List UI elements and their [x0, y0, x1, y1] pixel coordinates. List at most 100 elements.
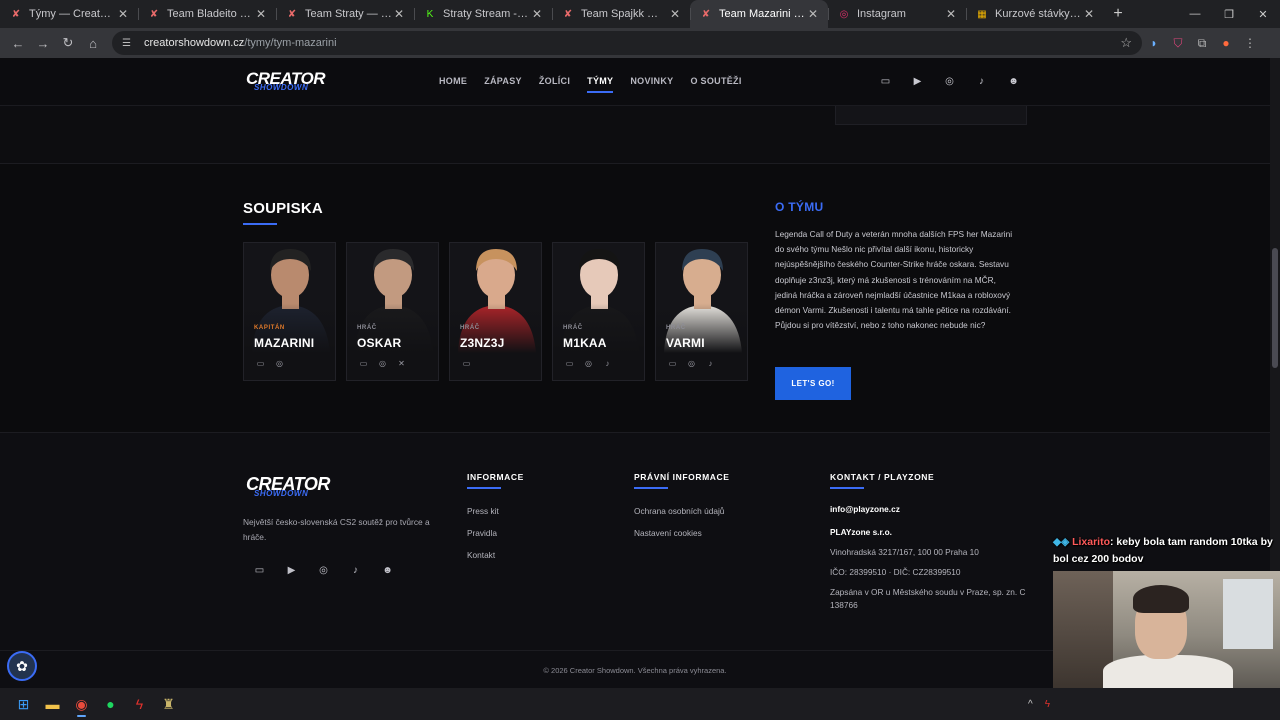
- instagram-icon[interactable]: ◎: [378, 359, 387, 368]
- maximize-icon[interactable]: ❐: [1212, 0, 1246, 28]
- footer-social-links: ▭ ▶ ◎ ♪ ☻: [252, 565, 395, 576]
- youtube-icon[interactable]: ▶: [910, 74, 925, 89]
- browser-tab[interactable]: ✘ Team Mazarini — Creator✕: [690, 0, 828, 28]
- instagram-icon[interactable]: ◎: [687, 359, 696, 368]
- browser-tab[interactable]: ✘ Team Bladeito — Creator✕: [138, 0, 276, 28]
- close-tab-icon[interactable]: ✕: [806, 7, 820, 21]
- tray-expand-icon[interactable]: ^: [1028, 699, 1033, 710]
- file-explorer-icon[interactable]: ▬: [38, 690, 67, 718]
- nav-link[interactable]: HOME: [439, 76, 467, 86]
- discord-icon[interactable]: ☻: [380, 565, 395, 576]
- system-tray: ^ ϟ: [1028, 688, 1050, 720]
- browser-tab[interactable]: ✘ Týmy — Creator Showdo✕: [0, 0, 138, 28]
- footer-registry: Zapsána v OR u Městského soudu v Praze, …: [830, 587, 1026, 610]
- browser-menu-icon[interactable]: ⋮: [1238, 31, 1262, 55]
- window-controls: — ❐ ✕: [1178, 0, 1280, 28]
- browser-tab[interactable]: ▦ Kurzové stávky na Creato✕: [966, 0, 1104, 28]
- twitch-icon[interactable]: ▭: [256, 359, 265, 368]
- betting-favicon-icon: ▦: [977, 8, 987, 20]
- lets-go-button[interactable]: LET'S GO!: [775, 367, 851, 400]
- windows-start-icon[interactable]: ⊞: [9, 690, 38, 718]
- player-name: M1KAA: [563, 336, 607, 350]
- footer-link-privacy[interactable]: Ochrana osobních údajů: [634, 506, 724, 516]
- shield-extension-icon[interactable]: ⛉: [1166, 31, 1190, 55]
- webcam-person-hair: [1133, 585, 1189, 613]
- chrome-icon[interactable]: ◉: [67, 690, 96, 718]
- forward-icon[interactable]: →: [31, 31, 55, 55]
- new-tab-button[interactable]: +: [1104, 0, 1132, 28]
- twitch-icon[interactable]: ▭: [359, 359, 368, 368]
- reload-icon[interactable]: ↻: [56, 31, 80, 55]
- browser-tab[interactable]: ✘ Team Spajkk — Creator Sh✕: [552, 0, 690, 28]
- previous-section-card: [835, 106, 1027, 125]
- instagram-icon[interactable]: ◎: [275, 359, 284, 368]
- back-icon[interactable]: ←: [6, 31, 30, 55]
- player-role: KAPITÁN: [254, 325, 285, 331]
- player-social-links: ▭ ◎: [256, 359, 284, 368]
- cookie-settings-icon[interactable]: ✿: [7, 651, 37, 681]
- browser-tab[interactable]: ◎ Instagram ✕: [828, 0, 966, 28]
- nav-link[interactable]: ŽOLÍCI: [539, 76, 570, 86]
- bookmark-star-icon[interactable]: ☆: [1120, 35, 1132, 51]
- nav-link[interactable]: O SOUTĚŽI: [690, 76, 741, 86]
- close-tab-icon[interactable]: ✕: [530, 7, 544, 21]
- footer-link-kontakt[interactable]: Kontakt: [467, 550, 495, 560]
- twitch-icon[interactable]: ▭: [878, 74, 893, 89]
- twitch-icon[interactable]: ▭: [565, 359, 574, 368]
- url-path: /tymy/tym-mazarini: [244, 37, 337, 49]
- extension-icon[interactable]: ◗: [1142, 31, 1166, 55]
- tiktok-icon[interactable]: ♪: [706, 359, 715, 368]
- profile-avatar-icon[interactable]: ●: [1214, 31, 1238, 55]
- instagram-icon[interactable]: ◎: [316, 565, 331, 576]
- home-icon[interactable]: ⌂: [81, 31, 105, 55]
- game-launcher-icon[interactable]: ♜: [154, 690, 183, 718]
- instagram-icon[interactable]: ◎: [584, 359, 593, 368]
- player-card[interactable]: HRÁČ Z3NZ3J ▭: [449, 242, 542, 381]
- tiktok-icon[interactable]: ♪: [348, 565, 363, 576]
- close-tab-icon[interactable]: ✕: [254, 7, 268, 21]
- player-social-links: ▭: [462, 359, 471, 368]
- player-card[interactable]: KAPITÁN MAZARINI ▭ ◎: [243, 242, 336, 381]
- instagram-icon[interactable]: ◎: [942, 74, 957, 89]
- nav-link[interactable]: ZÁPASY: [484, 76, 522, 86]
- close-window-icon[interactable]: ✕: [1246, 0, 1280, 28]
- nav-link[interactable]: NOVINKY: [630, 76, 673, 86]
- close-tab-icon[interactable]: ✕: [668, 7, 682, 21]
- close-tab-icon[interactable]: ✕: [944, 7, 958, 21]
- url-host: creatorshowdown.cz: [144, 37, 245, 49]
- discord-icon[interactable]: ☻: [1006, 74, 1021, 89]
- tiktok-icon[interactable]: ♪: [603, 359, 612, 368]
- browser-tab[interactable]: ✘ Team Straty — Creator Sh✕: [276, 0, 414, 28]
- player-card[interactable]: HRÁČ VARMI ▭ ◎ ♪: [655, 242, 748, 381]
- footer-email-link[interactable]: info@playzone.cz: [830, 503, 1030, 516]
- close-tab-icon[interactable]: ✕: [392, 7, 406, 21]
- x-icon[interactable]: ✕: [397, 359, 406, 368]
- footer-logo[interactable]: CREATOR SHOWDOWN: [246, 475, 330, 498]
- player-role: HRÁČ: [563, 325, 583, 331]
- player-card[interactable]: HRÁČ M1KAA ▭ ◎ ♪: [552, 242, 645, 381]
- roster-title-underline: [243, 223, 277, 225]
- close-tab-icon[interactable]: ✕: [116, 7, 130, 21]
- close-tab-icon[interactable]: ✕: [1082, 7, 1096, 21]
- footer-link-press-kit[interactable]: Press kit: [467, 506, 499, 516]
- footer-link-pravidla[interactable]: Pravidla: [467, 528, 497, 538]
- scrollbar-thumb[interactable]: [1272, 248, 1278, 368]
- minimize-icon[interactable]: —: [1178, 0, 1212, 28]
- address-bar[interactable]: ☰ creatorshowdown.cz/tymy/tym-mazarini ☆: [112, 31, 1142, 55]
- footer-link-cookies[interactable]: Nastavení cookies: [634, 528, 702, 538]
- twitch-icon[interactable]: ▭: [252, 565, 267, 576]
- streaming-app-icon[interactable]: ϟ: [125, 690, 154, 718]
- twitch-icon[interactable]: ▭: [668, 359, 677, 368]
- nav-link[interactable]: TÝMY: [587, 76, 614, 93]
- tab-title: Instagram: [857, 8, 906, 20]
- browser-tab[interactable]: K Straty Stream - Watch Liv✕: [414, 0, 552, 28]
- extensions-puzzle-icon[interactable]: ⧉: [1190, 31, 1214, 55]
- youtube-icon[interactable]: ▶: [284, 565, 299, 576]
- tray-app-icon[interactable]: ϟ: [1045, 699, 1050, 710]
- twitch-icon[interactable]: ▭: [462, 359, 471, 368]
- tiktok-icon[interactable]: ♪: [974, 74, 989, 89]
- site-info-icon[interactable]: ☰: [122, 38, 136, 49]
- spotify-icon[interactable]: ●: [96, 690, 125, 718]
- site-logo[interactable]: CREATOR SHOWDOWN: [246, 70, 326, 92]
- player-card[interactable]: HRÁČ OSKAR ▭ ◎ ✕: [346, 242, 439, 381]
